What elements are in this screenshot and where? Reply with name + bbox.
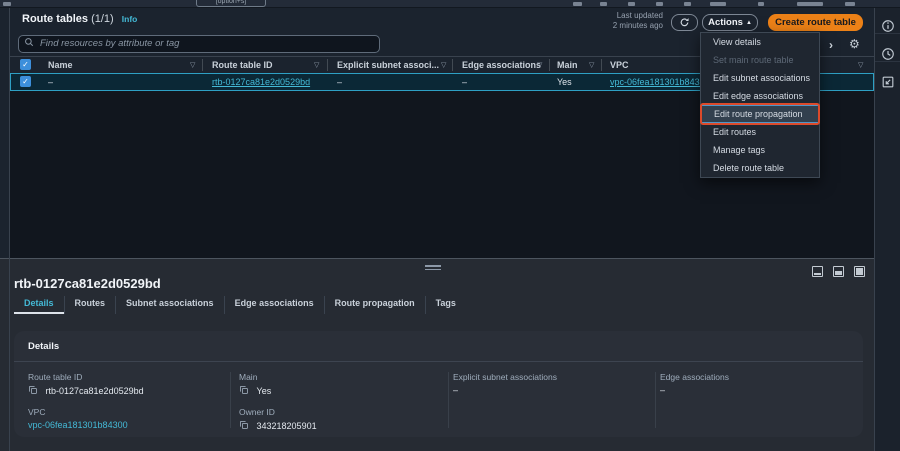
route-table-id-link[interactable]: rtb-0127ca81e2d0529bd xyxy=(212,77,310,87)
resource-count: (1/1) xyxy=(91,13,114,25)
menu-item-delete-route-table[interactable]: Delete route table xyxy=(701,159,819,177)
cell-edge-associations: – xyxy=(462,77,467,87)
copy-icon[interactable] xyxy=(239,422,252,432)
tab-routes[interactable]: Routes xyxy=(64,296,116,314)
select-all-checkbox[interactable]: ✓ xyxy=(20,59,31,70)
column-header-main[interactable]: Main xyxy=(557,60,578,70)
vpc-detail-link[interactable]: vpc-06fea181301b84300 xyxy=(28,420,226,430)
search-input[interactable] xyxy=(18,35,380,53)
menu-item-edit-route-propagation[interactable]: Edit route propagation xyxy=(701,105,819,123)
actions-dropdown-menu: View details Set main route table Edit s… xyxy=(700,32,820,178)
actions-button[interactable]: Actions▲ xyxy=(702,14,758,31)
cell-main: Yes xyxy=(557,77,572,87)
tab-details[interactable]: Details xyxy=(14,296,64,314)
details-card: Details Route table ID rtb-0127ca81e2d05… xyxy=(14,331,863,437)
field-edge-associations: Edge associations – xyxy=(660,372,850,395)
column-header-route-table-id[interactable]: Route table ID xyxy=(212,60,273,70)
info-link[interactable]: Info xyxy=(122,14,138,24)
page-title-text: Route tables xyxy=(22,13,88,25)
menu-item-view-details[interactable]: View details xyxy=(701,33,819,51)
column-divider xyxy=(549,59,550,71)
sort-icon[interactable]: ▽ xyxy=(537,61,542,69)
menu-item-edit-edge-associations[interactable]: Edit edge associations xyxy=(701,87,819,105)
column-header-edge-associations[interactable]: Edge associations xyxy=(462,60,541,70)
settings-icon[interactable] xyxy=(656,2,663,6)
panel-size-full-button[interactable] xyxy=(854,266,865,277)
help-icon[interactable] xyxy=(628,2,635,6)
tab-tags[interactable]: Tags xyxy=(425,296,466,314)
create-route-table-button[interactable]: Create route table xyxy=(768,14,863,31)
refresh-icon xyxy=(679,17,690,28)
details-column-divider xyxy=(230,372,231,428)
apps-icon[interactable] xyxy=(684,2,691,6)
field-explicit-subnet-associations: Explicit subnet associations – xyxy=(453,372,648,395)
panel-drag-handle[interactable] xyxy=(425,265,441,271)
panel-size-small-button[interactable] xyxy=(812,266,823,277)
last-updated-text: Last updated 2 minutes ago xyxy=(588,11,663,31)
panel-size-half-button[interactable] xyxy=(833,266,844,277)
rail-divider xyxy=(875,61,900,62)
column-header-name[interactable]: Name xyxy=(48,60,73,70)
panel-tabs: Details Routes Subnet associations Edge … xyxy=(14,296,466,314)
copy-icon[interactable] xyxy=(239,387,252,397)
details-card-heading: Details xyxy=(14,331,863,362)
column-divider xyxy=(452,59,453,71)
tab-route-propagation[interactable]: Route propagation xyxy=(324,296,425,314)
details-column-2: Main Yes Owner ID 343218205901 xyxy=(239,372,439,442)
topbar-divider xyxy=(758,2,764,6)
search-shortcut-hint: [option+s] xyxy=(196,0,266,7)
menu-item-edit-subnet-associations[interactable]: Edit subnet associations xyxy=(701,69,819,87)
right-side-rail xyxy=(874,8,900,451)
topbar-partial-icon xyxy=(845,2,855,6)
sort-icon[interactable]: ▽ xyxy=(314,61,319,69)
info-panel-icon[interactable] xyxy=(881,19,895,33)
caret-up-icon: ▲ xyxy=(746,20,752,26)
sort-icon[interactable]: ▽ xyxy=(441,61,446,69)
field-owner-id: Owner ID 343218205901 xyxy=(239,407,439,432)
cloudshell-icon[interactable] xyxy=(573,2,582,6)
column-divider xyxy=(327,59,328,71)
pagination-next-icon[interactable]: › xyxy=(829,38,833,52)
page-title: Route tables (1/1) Info xyxy=(22,13,137,25)
sort-icon[interactable]: ▽ xyxy=(190,61,195,69)
details-column-1: Route table ID rtb-0127ca81e2d0529bd VPC… xyxy=(28,372,226,440)
tab-subnet-associations[interactable]: Subnet associations xyxy=(115,296,224,314)
details-column-divider xyxy=(655,372,656,428)
details-column-4: Edge associations – xyxy=(660,372,850,405)
account-menu[interactable] xyxy=(797,2,823,6)
sort-icon[interactable]: ▽ xyxy=(589,61,594,69)
cell-explicit-subnet: – xyxy=(337,77,342,87)
sort-icon[interactable]: ▽ xyxy=(858,61,863,69)
menu-item-label: Edit route propagation xyxy=(714,109,803,119)
panel-title: rtb-0127ca81e2d0529bd xyxy=(14,276,161,291)
column-divider xyxy=(202,59,203,71)
history-icon[interactable] xyxy=(881,47,895,61)
region-selector[interactable] xyxy=(710,2,726,6)
copy-icon[interactable] xyxy=(28,387,41,397)
rail-divider xyxy=(875,33,900,34)
field-route-table-id: Route table ID rtb-0127ca81e2d0529bd xyxy=(28,372,226,397)
column-header-vpc[interactable]: VPC xyxy=(610,60,629,70)
details-column-divider xyxy=(448,372,449,428)
search-field-wrap xyxy=(18,33,380,51)
column-divider xyxy=(601,59,602,71)
menu-item-set-main-route-table: Set main route table xyxy=(701,51,819,69)
search-icon xyxy=(24,37,34,47)
field-main: Main Yes xyxy=(239,372,439,397)
topbar-partial-icon xyxy=(3,2,11,6)
cell-name: – xyxy=(48,77,53,87)
global-top-nav: [option+s] xyxy=(0,0,900,8)
details-column-3: Explicit subnet associations – xyxy=(453,372,648,405)
notifications-icon[interactable] xyxy=(600,2,607,6)
menu-item-edit-routes[interactable]: Edit routes xyxy=(701,123,819,141)
preferences-gear-icon[interactable]: ⚙ xyxy=(849,37,860,51)
column-header-explicit-subnet[interactable]: Explicit subnet associ... xyxy=(337,60,439,70)
tab-edge-associations[interactable]: Edge associations xyxy=(224,296,324,314)
vpc-link[interactable]: vpc-06fea181301b84300 xyxy=(610,77,710,87)
field-vpc: VPC vpc-06fea181301b84300 xyxy=(28,407,226,430)
menu-item-manage-tags[interactable]: Manage tags xyxy=(701,141,819,159)
refresh-button[interactable] xyxy=(671,14,698,31)
open-panel-icon[interactable] xyxy=(881,75,895,89)
row-checkbox[interactable]: ✓ xyxy=(20,76,31,87)
